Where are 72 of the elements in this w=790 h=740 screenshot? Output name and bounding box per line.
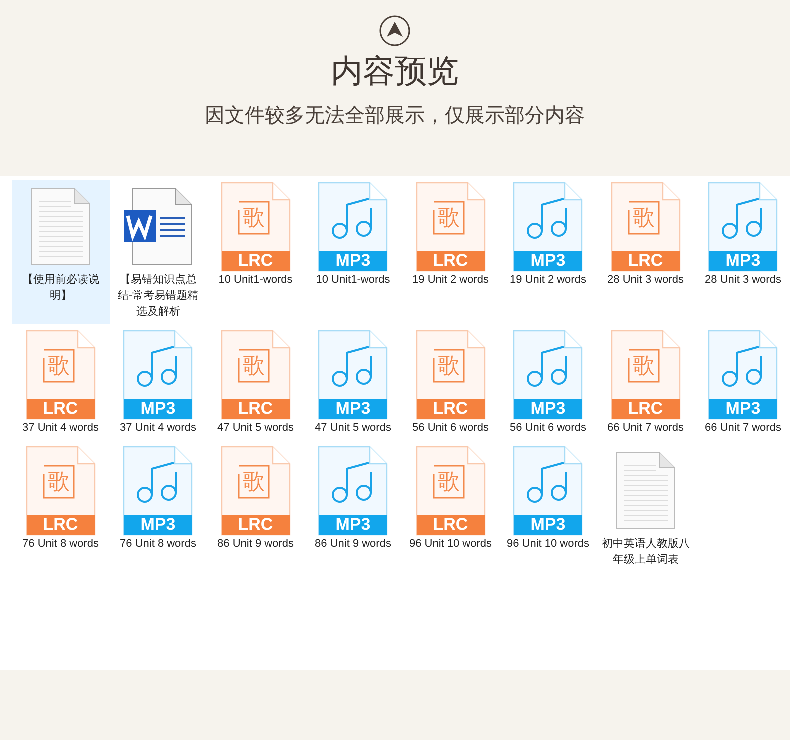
music-file-icon: MP3 <box>513 446 584 536</box>
file-item[interactable]: MP3 66 Unit 7 words <box>694 328 790 440</box>
lyrics-file-icon: 歌 LRC <box>610 330 681 420</box>
file-item[interactable]: 歌 LRC 66 Unit 7 words <box>597 328 694 440</box>
file-item[interactable]: MP3 19 Unit 2 words <box>500 180 597 324</box>
word-document-icon <box>123 188 194 266</box>
music-file-icon: MP3 <box>123 330 194 420</box>
file-name: 66 Unit 7 words <box>606 421 685 436</box>
music-file-icon: MP3 <box>123 446 194 536</box>
file-item[interactable]: 歌 LRC 96 Unit 10 words <box>402 444 500 572</box>
music-file-icon: MP3 <box>318 446 388 536</box>
lyrics-file-icon: 歌 LRC <box>26 446 96 536</box>
file-name: 【使用前必读说明】 <box>21 272 100 304</box>
file-item[interactable]: 歌 LRC 10 Unit1-words <box>207 180 304 324</box>
file-name: 76 Unit 8 words <box>119 537 198 552</box>
lyrics-file-icon: 歌 LRC <box>416 330 486 420</box>
music-file-icon: MP3 <box>318 182 388 272</box>
file-item[interactable]: 歌 LRC 37 Unit 4 words <box>12 328 110 440</box>
file-name: 96 Unit 10 words <box>506 537 591 552</box>
file-name: 56 Unit 6 words <box>412 421 490 436</box>
file-item[interactable]: 歌 LRC 86 Unit 9 words <box>207 444 304 572</box>
file-item[interactable]: 歌 LRC 76 Unit 8 words <box>12 444 110 572</box>
file-name: 66 Unit 7 words <box>704 421 782 436</box>
file-item[interactable]: MP3 56 Unit 6 words <box>500 328 597 440</box>
file-name: 10 Unit1-words <box>218 273 294 288</box>
music-file-icon: MP3 <box>513 182 584 272</box>
document-icon <box>616 452 676 530</box>
lyrics-file-icon: 歌 LRC <box>220 446 291 536</box>
file-item[interactable]: 歌 LRC 28 Unit 3 words <box>597 180 694 324</box>
file-name: 47 Unit 5 words <box>216 421 295 436</box>
file-name: 28 Unit 3 words <box>606 273 685 288</box>
lyrics-file-icon: 歌 LRC <box>610 182 681 272</box>
music-file-icon: MP3 <box>708 330 778 420</box>
document-icon <box>30 188 91 266</box>
file-item[interactable]: MP3 10 Unit1-words <box>304 180 402 324</box>
page-subtitle: 因文件较多无法全部展示，仅展示部分内容 <box>205 102 585 129</box>
file-name: 86 Unit 9 words <box>216 537 295 552</box>
music-file-icon: MP3 <box>513 330 584 420</box>
lyrics-file-icon: 歌 LRC <box>416 446 486 536</box>
file-name: 19 Unit 2 words <box>412 273 490 288</box>
file-item[interactable]: 歌 LRC 47 Unit 5 words <box>207 328 304 440</box>
lyrics-file-icon: 歌 LRC <box>26 330 96 420</box>
file-name: 37 Unit 4 words <box>119 421 198 436</box>
file-name: 【易错知识点总结-常考易错题精选及解析 <box>116 272 200 320</box>
file-item[interactable]: 歌 LRC 56 Unit 6 words <box>402 328 500 440</box>
file-item[interactable]: MP3 28 Unit 3 words <box>694 180 790 324</box>
file-item[interactable]: MP3 47 Unit 5 words <box>304 328 402 440</box>
music-file-icon: MP3 <box>318 330 388 420</box>
file-name: 76 Unit 8 words <box>22 537 100 552</box>
file-name: 47 Unit 5 words <box>314 421 392 436</box>
file-item[interactable]: MP3 37 Unit 4 words <box>110 328 207 440</box>
lyrics-file-icon: 歌 LRC <box>416 182 486 272</box>
lyrics-file-icon: 歌 LRC <box>220 182 291 272</box>
file-name: 28 Unit 3 words <box>704 273 782 288</box>
file-item[interactable]: 【易错知识点总结-常考易错题精选及解析 <box>110 180 207 324</box>
file-name: 86 Unit 9 words <box>314 537 392 552</box>
file-item[interactable]: 歌 LRC 19 Unit 2 words <box>402 180 500 324</box>
lyrics-file-icon: 歌 LRC <box>220 330 291 420</box>
file-name: 初中英语人教版八年级上单词表 <box>600 536 691 568</box>
page-title: 内容预览 <box>331 51 459 92</box>
arrow-up-icon <box>379 15 411 47</box>
file-item[interactable]: MP3 86 Unit 9 words <box>304 444 402 572</box>
file-name: 19 Unit 2 words <box>509 273 588 288</box>
file-item[interactable]: MP3 76 Unit 8 words <box>110 444 207 572</box>
music-file-icon: MP3 <box>708 182 778 272</box>
file-item[interactable]: 【使用前必读说明】 <box>12 180 110 324</box>
file-name: 10 Unit1-words <box>315 273 392 288</box>
file-item[interactable]: 初中英语人教版八年级上单词表 <box>597 444 694 572</box>
file-name: 96 Unit 10 words <box>408 537 494 552</box>
file-item[interactable]: MP3 96 Unit 10 words <box>500 444 597 572</box>
file-name: 56 Unit 6 words <box>509 421 588 436</box>
file-name: 37 Unit 4 words <box>22 421 100 436</box>
